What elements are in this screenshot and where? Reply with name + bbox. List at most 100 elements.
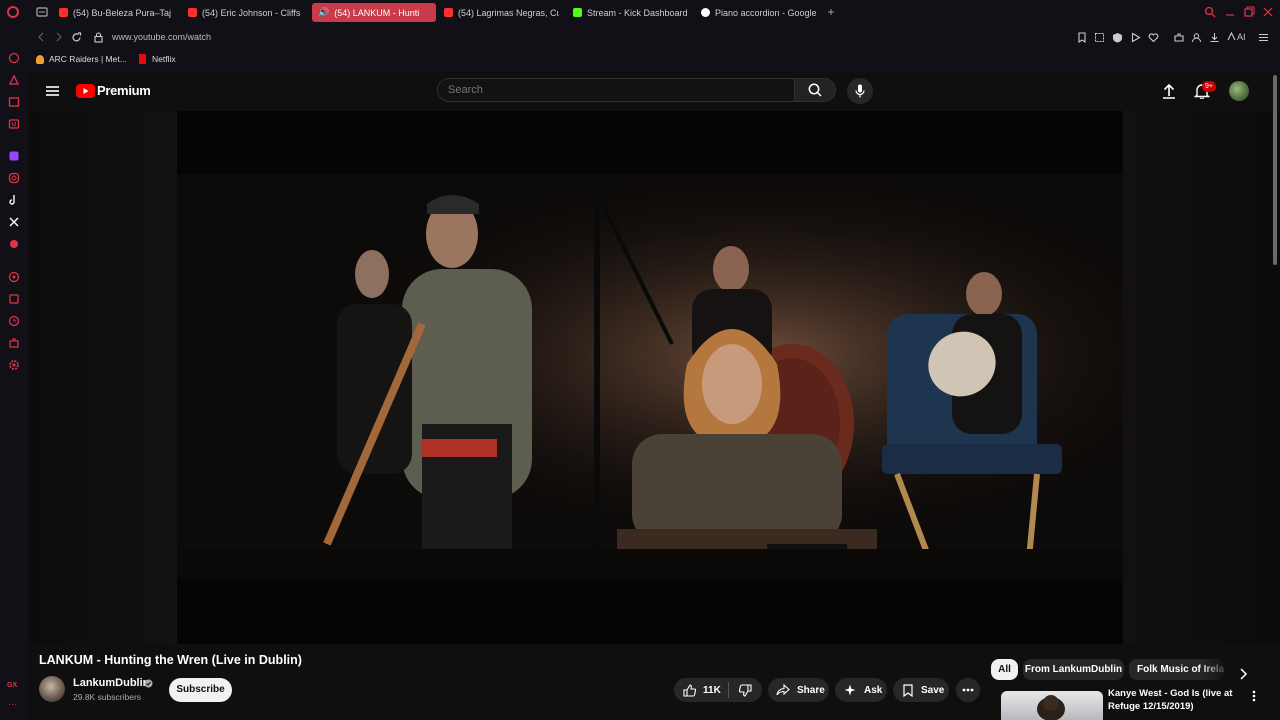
channel-avatar[interactable] [39,676,65,702]
easy-setup-menu-icon[interactable] [1258,32,1269,43]
avatar[interactable] [1229,81,1249,101]
speed-dial-icon[interactable] [8,52,20,64]
like-count: 11K [703,684,721,696]
lock-icon[interactable] [94,32,103,43]
bookmark-label: Netflix [152,54,176,64]
thumbnail-image [1037,695,1065,720]
reload-icon[interactable] [71,32,82,43]
concert-performance-image [177,174,1123,579]
tab-eric-johnson[interactable]: (54) Eric Johnson - Cliffs [188,3,303,22]
notification-badge: 9+ [1202,81,1216,92]
heart-icon[interactable] [1148,32,1159,43]
tab-piano-accordion[interactable]: Piano accordion - Google [701,3,816,22]
bookmark-arc-raiders[interactable]: ARC Raiders | Met... [36,54,127,64]
download-icon[interactable] [1209,32,1220,43]
gx-label[interactable]: GX [7,682,17,689]
share-button[interactable]: Share [768,678,829,702]
bookmark-netflix[interactable]: Netflix [139,54,176,64]
history-icon[interactable] [8,315,20,327]
youtube-favicon-icon [444,8,453,17]
twitch-icon[interactable] [8,150,20,162]
aria-ai-button[interactable]: AI [1226,31,1246,42]
voice-search-button[interactable] [847,78,873,104]
tab-label: (54) Lagrimas Negras, Cu [458,7,559,18]
pinboards-icon[interactable] [8,74,20,86]
speaker-icon[interactable]: 🔊 [318,7,329,18]
back-icon[interactable] [36,32,46,42]
thumbs-up-icon [683,683,696,697]
sidebar-more-icon[interactable]: ··· [8,699,17,709]
tab-kick-dashboard[interactable]: Stream - Kick Dashboard [573,3,688,22]
snapshot-icon[interactable] [1094,32,1105,43]
search-input[interactable] [437,78,795,102]
channel-name[interactable]: LankumDublin [73,677,149,689]
extensions-icon[interactable] [8,293,20,305]
like-button[interactable]: 11K [674,678,728,702]
x-twitter-icon[interactable] [8,216,20,228]
sparkle-icon [844,684,856,696]
dislike-button[interactable] [729,678,762,702]
mail-icon[interactable]: M [8,118,20,130]
recommended-thumbnail[interactable] [1001,691,1103,720]
ask-label: Ask [864,684,883,696]
page-scrollbar-thumb[interactable] [1273,75,1277,265]
upload-button[interactable] [1162,83,1176,99]
more-actions-button[interactable] [956,678,980,702]
like-dislike-group: 11K [674,678,762,702]
ambient-side-left [28,111,177,644]
chevron-right-icon[interactable] [1238,668,1248,680]
tab-label: (54) Eric Johnson - Cliffs [202,7,301,18]
recommended-title[interactable]: Kanye West - God Is (live at Refuge 12/1… [1108,687,1238,713]
upload-icon [1163,83,1175,99]
minimize-icon[interactable] [1224,6,1236,18]
tab-lankum-active[interactable]: 🔊 (54) LANKUM - Hunti [312,3,436,22]
save-button[interactable]: Save [893,678,949,702]
account-icon[interactable] [1191,32,1202,43]
kick-favicon-icon [573,8,582,17]
new-tab-icon[interactable]: + [825,6,837,18]
search-button[interactable] [795,78,836,102]
search-bar [437,78,836,104]
tab-lagrimas-negras[interactable]: (54) Lagrimas Negras, Cu [444,3,559,22]
youtube-premium-logo[interactable]: Premium [76,83,151,98]
tab-label: Piano accordion - Google [715,7,816,18]
share-icon [776,684,790,696]
forward-icon[interactable] [54,32,64,42]
chip-from-channel[interactable]: From LankumDublin [1023,659,1124,680]
browser-tab-bar: (54) Bu-Beleza Pura–Taj (54) Eric Johnso… [0,0,1280,25]
bookmark-page-icon[interactable] [1077,32,1087,43]
instagram-icon[interactable] [8,172,20,184]
subscribe-button[interactable]: Subscribe [169,678,232,702]
youtube-music-icon[interactable] [8,238,20,250]
chip-all[interactable]: All [991,659,1018,680]
play-icon[interactable] [1130,32,1141,43]
tab-menu-icon[interactable] [36,7,48,17]
youtube-favicon-icon [59,8,68,17]
tab-label: (54) LANKUM - Hunti [334,7,420,18]
video-title: LANKUM - Hunting the Wren (Live in Dubli… [39,653,302,667]
player-icon[interactable] [8,271,20,283]
tiktok-icon[interactable] [8,194,20,206]
news-icon[interactable] [8,96,20,108]
close-icon[interactable] [1262,6,1274,18]
settings-gear-icon[interactable] [8,359,20,371]
opera-logo-icon[interactable] [7,6,19,18]
search-tabs-icon[interactable] [1204,6,1216,18]
youtube-logo-icon [76,83,95,98]
recommended-video[interactable]: Kanye West - God Is (live at Refuge 12/1… [991,687,1261,720]
extensions-icon[interactable] [1173,32,1184,43]
address-bar-row: www.youtube.com/watch AI [28,25,1280,50]
verified-icon [144,679,153,688]
tab-bu-beleza[interactable]: (54) Bu-Beleza Pura–Taj [59,3,174,22]
url-text[interactable]: www.youtube.com/watch [112,32,211,42]
guide-menu-icon[interactable] [46,85,59,97]
maximize-icon[interactable] [1243,6,1255,18]
vpn-shield-icon[interactable] [1112,32,1123,43]
arc-raiders-favicon-icon [36,54,44,64]
aria-label: AI [1237,31,1246,42]
ask-button[interactable]: Ask [835,678,887,702]
ambient-side-right [1123,111,1280,644]
extensions-puzzle-icon[interactable] [8,337,20,349]
video-frame[interactable] [177,174,1123,579]
recommended-menu-icon[interactable] [1252,690,1256,702]
